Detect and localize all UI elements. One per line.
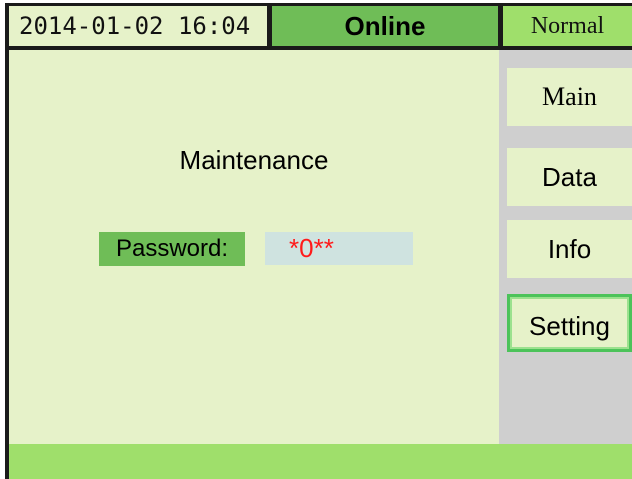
nav-data-button[interactable]: Data <box>507 148 632 206</box>
maintenance-panel: Maintenance Password: *0** <box>9 50 499 444</box>
device-screen: 2014-01-02 16:04 Online Normal Maintenan… <box>5 3 632 479</box>
password-field[interactable]: *0** <box>265 232 413 265</box>
bottom-status-bar <box>9 444 632 479</box>
nav-setting-button[interactable]: Setting <box>507 294 632 352</box>
datetime-display: 2014-01-02 16:04 <box>9 6 267 46</box>
nav-main-button[interactable]: Main <box>507 68 632 126</box>
nav-info-button[interactable]: Info <box>507 220 632 278</box>
page-title: Maintenance <box>179 145 329 175</box>
nav-sidebar: Main Data Info Setting <box>499 50 632 444</box>
password-label: Password: <box>99 232 245 266</box>
top-status-bar: 2014-01-02 16:04 Online Normal <box>5 3 632 50</box>
connection-status: Online <box>272 6 498 46</box>
mode-indicator: Normal <box>503 6 632 46</box>
